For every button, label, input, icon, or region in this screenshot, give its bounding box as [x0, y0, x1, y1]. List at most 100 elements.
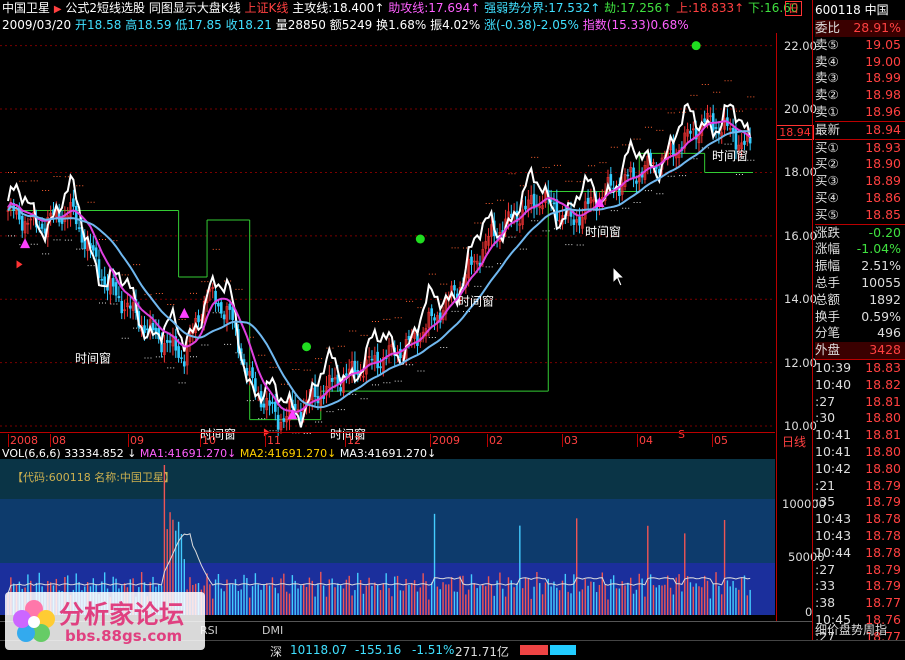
bid-row: 买⑤ 18.85	[815, 207, 905, 224]
candle-body	[165, 340, 169, 343]
tick-label: :21	[815, 477, 836, 493]
bid-value: 18.93	[865, 139, 901, 155]
stat-row: 总手 10055	[815, 275, 905, 292]
zhugong-value: 18.400	[332, 1, 375, 15]
candle-body	[635, 180, 638, 184]
stat-value: -0.20	[868, 224, 901, 240]
market-amount: 271.71亿	[455, 645, 509, 659]
date-label: 02	[487, 434, 503, 447]
candle-body	[271, 401, 274, 404]
bid-label: 买①	[815, 139, 839, 155]
tick-value: 18.77	[865, 595, 901, 611]
candle-body	[524, 205, 527, 210]
bid-row: 买③ 18.89	[815, 173, 905, 190]
ask-label: 卖③	[815, 70, 839, 86]
candle-body	[20, 215, 24, 231]
candle-body	[453, 285, 456, 291]
panel-footer[interactable]: 细价盘势周指	[815, 621, 887, 638]
candle-body	[92, 245, 95, 251]
ask-label: 卖①	[815, 103, 839, 119]
tick-value: 18.78	[865, 544, 901, 560]
tick-row: :35 18.79	[815, 494, 905, 511]
stat-row: 分笔 496	[815, 325, 905, 342]
same-chart-label[interactable]: 同图显示大盘K线	[149, 1, 241, 15]
period-label[interactable]: 日线	[782, 433, 806, 450]
ohlc-change: 涨(-0.38)-2.05%	[484, 18, 579, 32]
sell-flag	[16, 260, 23, 269]
support-bands	[8, 152, 753, 421]
xia-label: 下	[748, 1, 761, 15]
stat-label: 外盘	[815, 342, 841, 358]
tick-label: 10:40	[815, 376, 852, 392]
qrsfj-value: 17.532	[548, 1, 591, 15]
time-window-label: 时间窗	[458, 295, 494, 309]
bid-label: 买③	[815, 173, 839, 189]
candle-body	[416, 334, 419, 346]
tick-row: :27 18.79	[815, 562, 905, 579]
tick-row: 10:43 18.78	[815, 511, 905, 528]
bid-row: 买② 18.90	[815, 156, 905, 173]
day-period-button[interactable]: 日	[785, 1, 802, 16]
current-price-tag: 18.94	[776, 125, 814, 140]
candle-body	[251, 367, 254, 378]
candle-body	[154, 327, 158, 332]
up-arrow-icon: ↑	[374, 1, 385, 15]
stat-label: 分笔	[815, 325, 841, 341]
market-pct: -1.51%	[412, 643, 455, 657]
tick-label: 10:42	[815, 460, 852, 476]
stop-dashes	[8, 80, 756, 434]
bid-label: 买②	[815, 156, 839, 172]
candle-body	[103, 276, 106, 286]
candle-body	[262, 403, 266, 408]
candle-body	[743, 140, 746, 145]
candle-body	[609, 174, 613, 186]
tick-value: 18.79	[865, 477, 901, 493]
zhugong2-value: 17.694	[428, 1, 471, 15]
candle-body	[689, 130, 692, 134]
stat-label: 总额	[815, 291, 841, 307]
candle-body	[552, 202, 556, 205]
formula-name[interactable]: 公式2短线选股	[65, 1, 145, 15]
candle-body	[703, 118, 706, 122]
stat-label: 振幅	[815, 258, 841, 274]
bid-value: 18.90	[865, 156, 901, 172]
quote-name: 中国	[864, 3, 889, 17]
tick-row: 10:39 18.83	[815, 360, 905, 377]
candle-body	[339, 387, 342, 392]
tick-label: 10:41	[815, 443, 852, 459]
candle-body	[430, 308, 433, 317]
candle-body	[222, 314, 226, 320]
candle-body	[748, 137, 752, 144]
tick-row: :33 18.79	[815, 578, 905, 595]
weibi-row: 委比 28.91%	[815, 20, 905, 37]
ask-label: 卖④	[815, 53, 839, 69]
ohlc-close: 收18.21	[225, 18, 272, 32]
logo-text: 分析家论坛	[59, 600, 185, 629]
signal-triangle	[20, 238, 31, 249]
candle-body	[168, 340, 172, 343]
weibi-value: 28.91%	[853, 20, 901, 35]
candle-body	[345, 373, 348, 376]
tick-label: :30	[815, 410, 836, 426]
tick-value: 18.81	[865, 393, 901, 409]
down-ratio-bar	[550, 645, 576, 655]
jie-value: 17.256	[620, 1, 663, 15]
tick-row: :30 18.80	[815, 410, 905, 427]
signal-triangle	[179, 307, 190, 318]
ohlc-date: 2009/03/20	[2, 18, 72, 32]
bid-row: 买① 18.93	[815, 140, 905, 157]
price-chart[interactable]: 时间窗时间窗 时间窗时间窗时间窗时间窗S	[0, 33, 775, 445]
ohlc-high: 高18.59	[125, 18, 172, 32]
tab-dmi[interactable]: DMI	[262, 624, 283, 637]
tick-value: 18.80	[865, 443, 901, 459]
ask-value: 18.96	[865, 103, 901, 119]
tick-label: 10:43	[815, 527, 852, 543]
tick-label: 10:39	[815, 359, 852, 375]
candle-body	[117, 296, 121, 299]
ask-row: 卖③ 18.99	[815, 70, 905, 87]
candle-body	[120, 300, 124, 314]
tick-value: 18.79	[865, 578, 901, 594]
menu-arrow-icon[interactable]: ▶	[54, 4, 62, 15]
candle-body	[100, 278, 104, 281]
index-kline-label[interactable]: 上证K线	[245, 1, 289, 15]
